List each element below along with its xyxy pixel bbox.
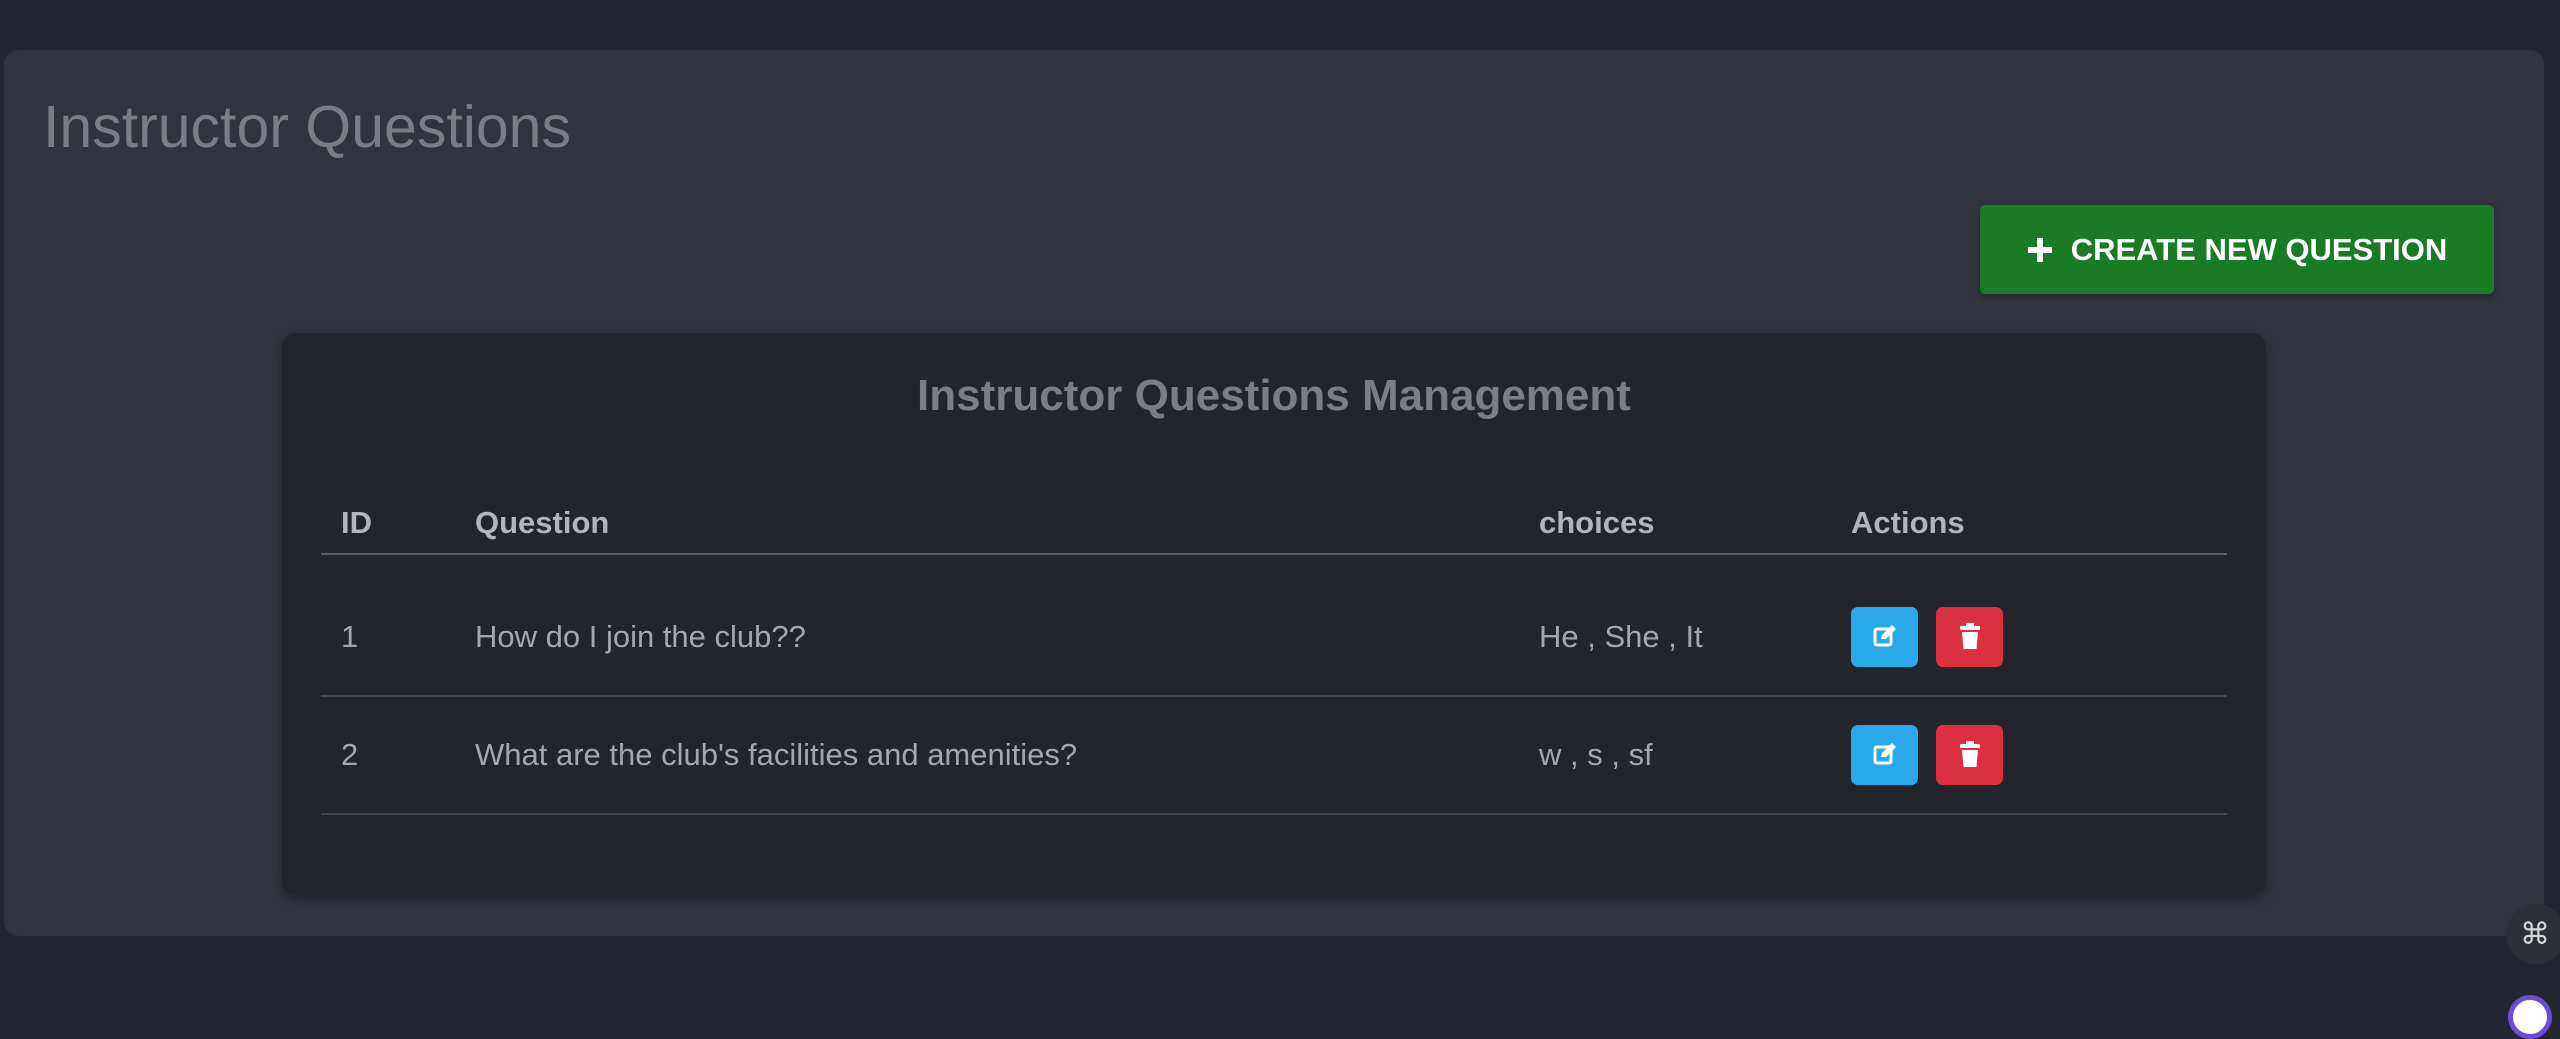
create-new-question-label: CREATE NEW QUESTION <box>2070 231 2448 267</box>
column-header-question: Question <box>475 505 610 540</box>
row-choices: He , She , It <box>1539 619 1703 654</box>
table-card-title: Instructor Questions Management <box>917 371 1631 420</box>
edit-button[interactable] <box>1851 725 1918 785</box>
column-header-id: ID <box>341 505 372 540</box>
delete-button[interactable] <box>1936 725 2003 785</box>
row-choices: w , s , sf <box>1539 737 1653 772</box>
delete-button[interactable] <box>1936 607 2003 667</box>
table-header-row: ID Question choices Actions <box>321 493 2227 555</box>
column-header-actions: Actions <box>1851 505 1965 540</box>
edit-icon <box>1872 741 1898 770</box>
row-actions <box>1851 697 2003 813</box>
table-row: 2 What are the club's facilities and ame… <box>321 697 2227 815</box>
command-icon: ⌘ <box>2520 916 2550 952</box>
questions-table-card: Instructor Questions Management ID Quest… <box>282 333 2266 895</box>
column-header-choices: choices <box>1539 505 1655 540</box>
page-title: Instructor Questions <box>43 94 571 160</box>
trash-icon <box>1959 740 1981 771</box>
row-actions <box>1851 579 2003 695</box>
command-palette-widget[interactable]: ⌘ <box>2506 904 2560 964</box>
create-new-question-button[interactable]: CREATE NEW QUESTION <box>1980 205 2494 294</box>
table-row: 1 How do I join the club?? He , She , It <box>321 579 2227 697</box>
row-id: 2 <box>341 737 359 772</box>
row-id: 1 <box>341 619 359 654</box>
trash-icon <box>1959 622 1981 653</box>
edit-icon <box>1872 623 1898 652</box>
row-question: What are the club's facilities and ameni… <box>475 737 1078 772</box>
plus-icon <box>2027 237 2053 263</box>
assistant-launcher-button[interactable] <box>2508 995 2552 1039</box>
edit-button[interactable] <box>1851 607 1918 667</box>
row-question: How do I join the club?? <box>475 619 806 654</box>
